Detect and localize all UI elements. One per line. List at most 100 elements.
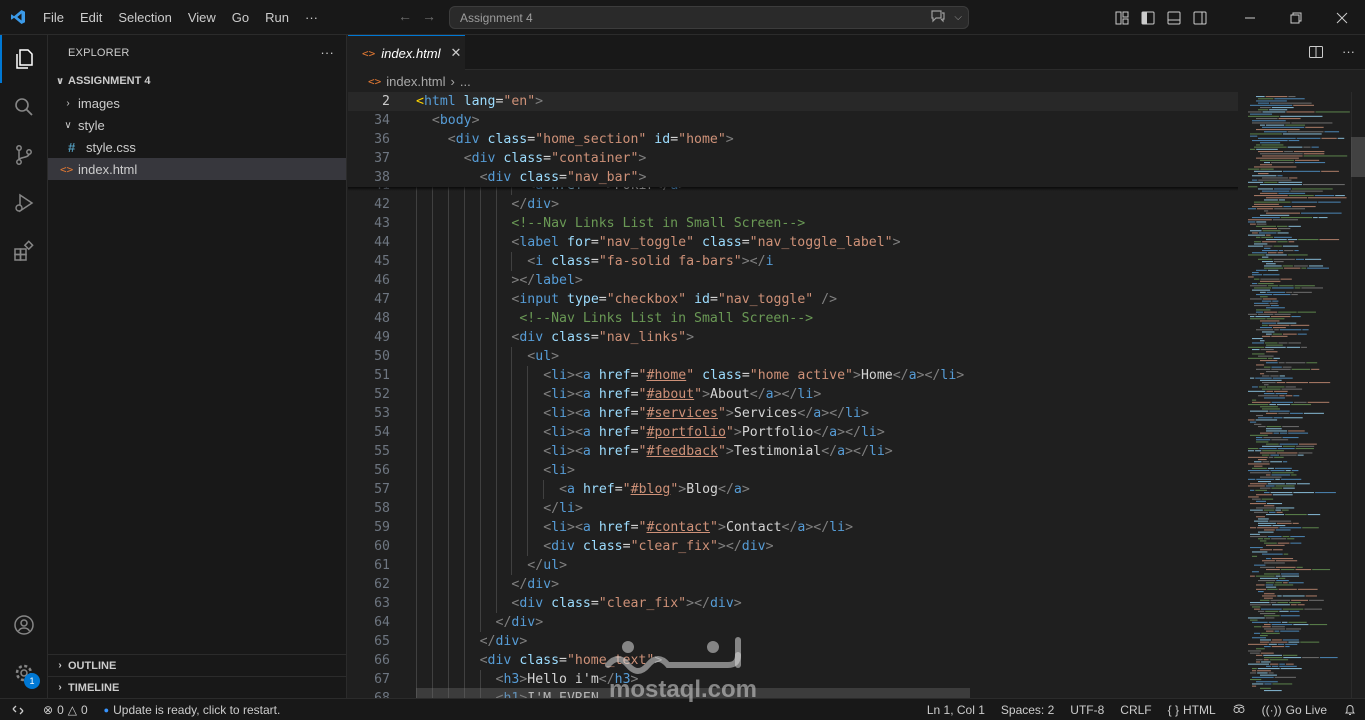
explorer-icon[interactable]	[0, 35, 48, 83]
menu-file[interactable]: File	[35, 0, 72, 35]
minimap-line	[1288, 96, 1296, 98]
code-line[interactable]: 45 <i class="fa-solid fa-bars"></i	[348, 252, 1238, 271]
code-line[interactable]: 62 </div>	[348, 575, 1238, 594]
minimap-line	[1266, 586, 1277, 588]
minimap-line	[1250, 575, 1255, 577]
code-token: >	[892, 235, 901, 250]
code-line[interactable]: 44 <label for="nav_toggle" class="nav_tog…	[348, 233, 1238, 252]
copilot-status-icon[interactable]	[1224, 703, 1254, 717]
indent-guide	[511, 423, 513, 442]
encoding[interactable]: UTF-8	[1062, 703, 1112, 717]
outline-section[interactable]: › OUTLINE	[48, 654, 347, 676]
code-line[interactable]: 61 </ul>	[348, 556, 1238, 575]
notifications-bell-icon[interactable]	[1335, 703, 1365, 717]
language-mode[interactable]: { } HTML	[1160, 703, 1224, 717]
minimap-line	[1305, 126, 1324, 128]
tab-index-html[interactable]: <> index.html ✕	[348, 35, 465, 70]
sticky-scroll-line[interactable]: 2 <html lang="en">	[348, 92, 1238, 111]
tree-item-style-css[interactable]: # style.css	[48, 136, 346, 158]
code-line[interactable]: 63 <div class="clear_fix"></div>	[348, 594, 1238, 613]
forward-arrow-icon[interactable]: →	[422, 8, 436, 24]
menu-edit[interactable]: Edit	[72, 0, 110, 35]
update-status[interactable]: ● Update is ready, click to restart.	[96, 703, 289, 717]
end-of-line[interactable]: CRLF	[1112, 703, 1159, 717]
sticky-scroll-line[interactable]: 37 <div class="container">	[348, 149, 1238, 168]
workspace-folder-header[interactable]: ∨ ASSIGNMENT 4	[48, 70, 346, 92]
breadcrumb-file[interactable]: index.html	[386, 74, 445, 89]
code-line[interactable]: 56 <li>	[348, 461, 1238, 480]
breadcrumb-more[interactable]: ...	[460, 74, 471, 89]
explorer-more-icon[interactable]: ···	[320, 45, 334, 60]
code-editor[interactable]: 41<a href="">Pokir</a>42</div>43<!--Nav …	[348, 92, 1238, 698]
tree-item-index-html[interactable]: <> index.html	[48, 158, 346, 180]
source-control-icon[interactable]	[0, 131, 48, 179]
search-icon[interactable]	[0, 83, 48, 131]
code-line[interactable]: 58 </li>	[348, 499, 1238, 518]
warning-icon: △	[67, 702, 77, 717]
problems-status[interactable]: ⊗ 0 △ 0	[35, 703, 96, 717]
code-line[interactable]: 47 <input type="checkbox" id="nav_toggle"…	[348, 290, 1238, 309]
minimize-icon[interactable]	[1227, 0, 1273, 35]
cursor-position[interactable]: Ln 1, Col 1	[919, 703, 993, 717]
code-line[interactable]: 54 <li><a href="#portfolio">Portfolio</a>…	[348, 423, 1238, 442]
code-line[interactable]: 46 ></label>	[348, 271, 1238, 290]
toggle-panel-icon[interactable]	[1161, 0, 1187, 35]
code-line[interactable]: 59 <li><a href="#contact">Contact</a></li…	[348, 518, 1238, 537]
accounts-icon[interactable]	[0, 601, 48, 649]
code-line[interactable]: 67 <h3>Hello i'm</h3>	[348, 670, 1238, 689]
remote-indicator-icon[interactable]	[0, 699, 35, 720]
menu-go[interactable]: Go	[224, 0, 257, 35]
code-line[interactable]: 42 </div>	[348, 195, 1238, 214]
minimap-line	[1282, 536, 1290, 538]
vertical-scrollbar[interactable]	[1351, 92, 1365, 698]
timeline-section[interactable]: › TIMELINE	[48, 676, 347, 698]
code-line[interactable]: 64 </div>	[348, 613, 1238, 632]
menu-run[interactable]: Run	[257, 0, 297, 35]
restore-icon[interactable]	[1273, 0, 1319, 35]
run-debug-icon[interactable]	[0, 179, 48, 227]
menu-selection[interactable]: Selection	[110, 0, 179, 35]
minimap-line	[1248, 186, 1258, 188]
code-line[interactable]: 52 <li><a href="#about">About</a></li>	[348, 385, 1238, 404]
horizontal-scrollbar[interactable]	[416, 688, 970, 698]
minimap[interactable]	[1246, 92, 1352, 698]
chevron-down-icon[interactable]: ⌵	[954, 12, 962, 23]
code-line[interactable]: 65 </div>	[348, 632, 1238, 651]
code-line[interactable]: 60 <div class="clear_fix"></div>	[348, 537, 1238, 556]
go-live-button[interactable]: ((·)) Go Live	[1254, 703, 1335, 717]
minimap-line	[1278, 362, 1285, 364]
code-token: =	[590, 330, 599, 345]
sticky-scroll-line[interactable]: 34 <body>	[348, 111, 1238, 130]
code-token: <	[543, 539, 552, 554]
code-line[interactable]: 55 <li><a href="#feedback">Testimonial</a…	[348, 442, 1238, 461]
close-window-icon[interactable]	[1319, 0, 1365, 35]
indentation[interactable]: Spaces: 2	[993, 703, 1062, 717]
code-line[interactable]: 49 <div class="nav_links">	[348, 328, 1238, 347]
split-editor-icon[interactable]	[1308, 44, 1324, 63]
tree-item-style[interactable]: ∨ style	[48, 114, 346, 136]
more-actions-icon[interactable]: ···	[1342, 44, 1355, 63]
code-line[interactable]: 53 <li><a href="#services">Services</a></…	[348, 404, 1238, 423]
code-line[interactable]: 57 <a href="#blog">Blog</a>	[348, 480, 1238, 499]
toggle-primary-sidebar-icon[interactable]	[1135, 0, 1161, 35]
sticky-scroll-line[interactable]: 36 <div class="home_section" id="home">	[348, 130, 1238, 149]
close-tab-icon[interactable]: ✕	[451, 45, 462, 61]
menu-view[interactable]: View	[180, 0, 224, 35]
sticky-scroll-line[interactable]: 38 <div class="nav_bar">	[348, 168, 1238, 187]
minimap-line	[1291, 599, 1309, 601]
code-line[interactable]: 50 <ul>	[348, 347, 1238, 366]
tree-item-images[interactable]: › images	[48, 92, 346, 114]
scrollbar-thumb[interactable]	[1351, 137, 1365, 177]
copilot-chat-icon[interactable]	[930, 9, 946, 26]
code-line[interactable]: 66 <div class="home_text">	[348, 651, 1238, 670]
code-line[interactable]: 51 <li><a href="#home" class="home active…	[348, 366, 1238, 385]
manage-gear-icon[interactable]: 1	[0, 649, 48, 697]
toggle-secondary-sidebar-icon[interactable]	[1187, 0, 1213, 35]
code-line[interactable]: 48 <!--Nav Links List in Small Screen-->	[348, 309, 1238, 328]
customize-layout-icon[interactable]	[1109, 0, 1135, 35]
code-line[interactable]: 43 <!--Nav Links List in Small Screen-->	[348, 214, 1238, 233]
command-center-search[interactable]: Assignment 4 ⌵	[449, 6, 969, 29]
menu-more[interactable]: ···	[297, 0, 326, 35]
back-arrow-icon[interactable]: ←	[398, 8, 412, 24]
extensions-icon[interactable]	[0, 227, 48, 275]
